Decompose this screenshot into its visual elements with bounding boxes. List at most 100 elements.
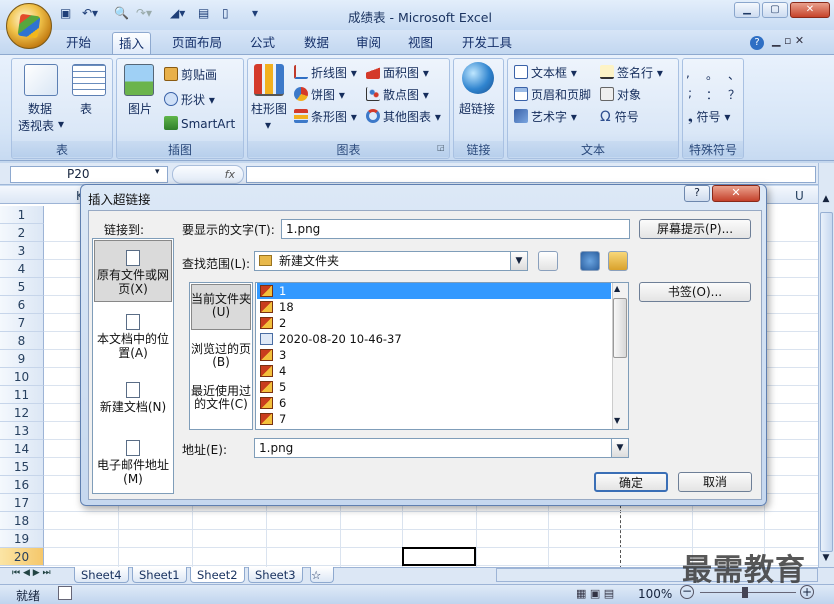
address-input[interactable]: 1.png [254, 438, 629, 458]
qat-customize-icon[interactable]: ▾ [252, 6, 258, 24]
column-chart-button[interactable]: 柱形图 [251, 100, 287, 117]
row-header[interactable]: 16 [0, 476, 44, 494]
bar-chart-button[interactable]: 条形图 ▾ [294, 108, 357, 125]
row-header[interactable]: 9 [0, 350, 44, 368]
wordart-button[interactable]: 艺术字 ▾ [514, 108, 577, 125]
pivot-table-button[interactable]: 数据 [28, 100, 52, 117]
object-button[interactable]: 对象 [600, 86, 641, 103]
table-button[interactable]: 表 [80, 100, 92, 117]
row-header[interactable]: 4 [0, 260, 44, 278]
browse-web-icon[interactable] [580, 251, 600, 271]
file-item[interactable]: 7 [257, 411, 611, 427]
file-item[interactable]: 4 [257, 363, 611, 379]
scroll-down-icon[interactable]: ▼ [819, 553, 833, 567]
lookin-select[interactable]: 新建文件夹 [254, 251, 528, 271]
nav-existing-file[interactable]: 原有文件或网页(X) [93, 250, 173, 296]
zoom-slider[interactable] [700, 592, 796, 593]
sheet-tab[interactable]: Sheet4 [74, 567, 129, 583]
textbox-button[interactable]: 文本框 ▾ [514, 64, 577, 81]
row-header[interactable]: 7 [0, 314, 44, 332]
nav-email[interactable]: 电子邮件地址(M) [93, 440, 173, 486]
file-item[interactable]: 18 [257, 299, 611, 315]
other-chart-button[interactable]: 其他图表 ▾ [366, 108, 441, 125]
file-list-scroll-thumb[interactable] [613, 298, 627, 358]
clipart-button[interactable]: 剪贴画 [164, 66, 217, 83]
special-char[interactable]: 。 [706, 66, 718, 83]
shapes-button[interactable]: 形状 ▾ [164, 91, 215, 108]
special-symbol-button[interactable]: ❟ 符号 ▾ [688, 108, 730, 125]
row-header[interactable]: 2 [0, 224, 44, 242]
special-char[interactable]: ： [706, 86, 718, 103]
file-item[interactable]: 3 [257, 347, 611, 363]
signature-line-button[interactable]: 签名行 ▾ [600, 64, 663, 81]
file-item[interactable]: 5 [257, 379, 611, 395]
print-preview-icon[interactable]: 🔍 [114, 6, 129, 24]
bookmark-button[interactable]: 书签(O)... [639, 282, 751, 302]
subnav-recent-files[interactable]: 最近使用过的文件(C) [190, 385, 252, 411]
smartart-button[interactable]: SmartArt [164, 116, 235, 131]
macro-record-icon[interactable] [58, 586, 72, 600]
tab-view[interactable]: 视图 [402, 32, 439, 54]
row-header[interactable]: 1 [0, 206, 44, 224]
cancel-button[interactable]: 取消 [678, 472, 752, 492]
nav-new-document[interactable]: 新建文档(N) [93, 382, 173, 414]
screentip-button[interactable]: 屏幕提示(P)... [639, 219, 751, 239]
nav-place-in-doc[interactable]: 本文档中的位置(A) [93, 314, 173, 360]
row-header[interactable]: 3 [0, 242, 44, 260]
sheet-tab[interactable]: Sheet3 [248, 567, 303, 583]
row-header[interactable]: 13 [0, 422, 44, 440]
maximize-button[interactable]: ▢ [762, 2, 788, 18]
formula-input[interactable] [246, 166, 816, 183]
pie-chart-button[interactable]: 饼图 ▾ [294, 86, 345, 103]
row-header[interactable]: 6 [0, 296, 44, 314]
chevron-down-icon[interactable]: ▼ [510, 252, 527, 270]
special-char[interactable]: ; [688, 86, 692, 100]
row-header[interactable]: 15 [0, 458, 44, 476]
dialog-help-button[interactable]: ? [684, 185, 710, 202]
file-item-selected[interactable]: 1 [257, 283, 611, 299]
file-item[interactable]: 2020-08-20 10-46-37 [257, 331, 611, 347]
zoom-level[interactable]: 100% [638, 587, 672, 601]
row-header[interactable]: 11 [0, 386, 44, 404]
dialog-close-button[interactable]: ✕ [712, 185, 760, 202]
office-button[interactable] [6, 3, 52, 49]
row-header-active[interactable]: 20 [0, 548, 44, 566]
tab-formulas[interactable]: 公式 [244, 32, 281, 54]
tab-review[interactable]: 审阅 [350, 32, 387, 54]
row-header[interactable]: 18 [0, 512, 44, 530]
sheet-tab[interactable]: Sheet1 [132, 567, 187, 583]
minimize-button[interactable]: ▁ [734, 2, 760, 18]
redo-icon[interactable]: ↷▾ [136, 6, 152, 24]
ok-button[interactable]: 确定 [594, 472, 668, 492]
row-header[interactable]: 5 [0, 278, 44, 296]
file-item[interactable]: 6 [257, 395, 611, 411]
view-buttons-icon[interactable]: ▦ ▣ ▤ [576, 587, 614, 600]
symbol-button[interactable]: Ω 符号 [600, 108, 639, 125]
row-header[interactable]: 17 [0, 494, 44, 512]
scroll-down-icon[interactable]: ▼ [614, 416, 620, 425]
hyperlink-button[interactable]: 超链接 [459, 100, 495, 117]
insert-function-button[interactable]: fx [172, 165, 244, 184]
row-header[interactable]: 19 [0, 530, 44, 548]
scroll-up-icon[interactable]: ▲ [614, 284, 620, 293]
up-folder-icon[interactable] [538, 251, 558, 271]
sort-icon[interactable]: ◢▾ [170, 6, 185, 24]
row-header[interactable]: 8 [0, 332, 44, 350]
tab-page-layout[interactable]: 页面布局 [166, 32, 228, 54]
area-chart-button[interactable]: 面积图 ▾ [366, 64, 429, 81]
close-button[interactable]: ✕ [790, 2, 830, 18]
form-icon[interactable]: ▤ [198, 6, 209, 24]
special-char[interactable]: , [686, 66, 690, 80]
ribbon-minimize-icon[interactable]: ▁ ▫ ✕ [772, 34, 804, 47]
subnav-current-folder[interactable]: 当前文件夹(U) [190, 293, 252, 319]
dialog-launcher-icon[interactable]: ◲ [437, 143, 445, 152]
file-item[interactable]: 2 [257, 315, 611, 331]
name-box[interactable]: P20 [10, 166, 168, 183]
new-icon[interactable]: ▯ [222, 6, 229, 24]
tab-home[interactable]: 开始 [60, 32, 97, 54]
help-icon[interactable]: ? [750, 36, 764, 50]
browse-file-icon[interactable] [608, 251, 628, 271]
sheet-nav-icons[interactable]: ⏮ ◀ ▶ ⏭ [12, 568, 51, 578]
scroll-thumb[interactable] [820, 212, 833, 552]
scroll-up-icon[interactable]: ▲ [819, 194, 833, 208]
